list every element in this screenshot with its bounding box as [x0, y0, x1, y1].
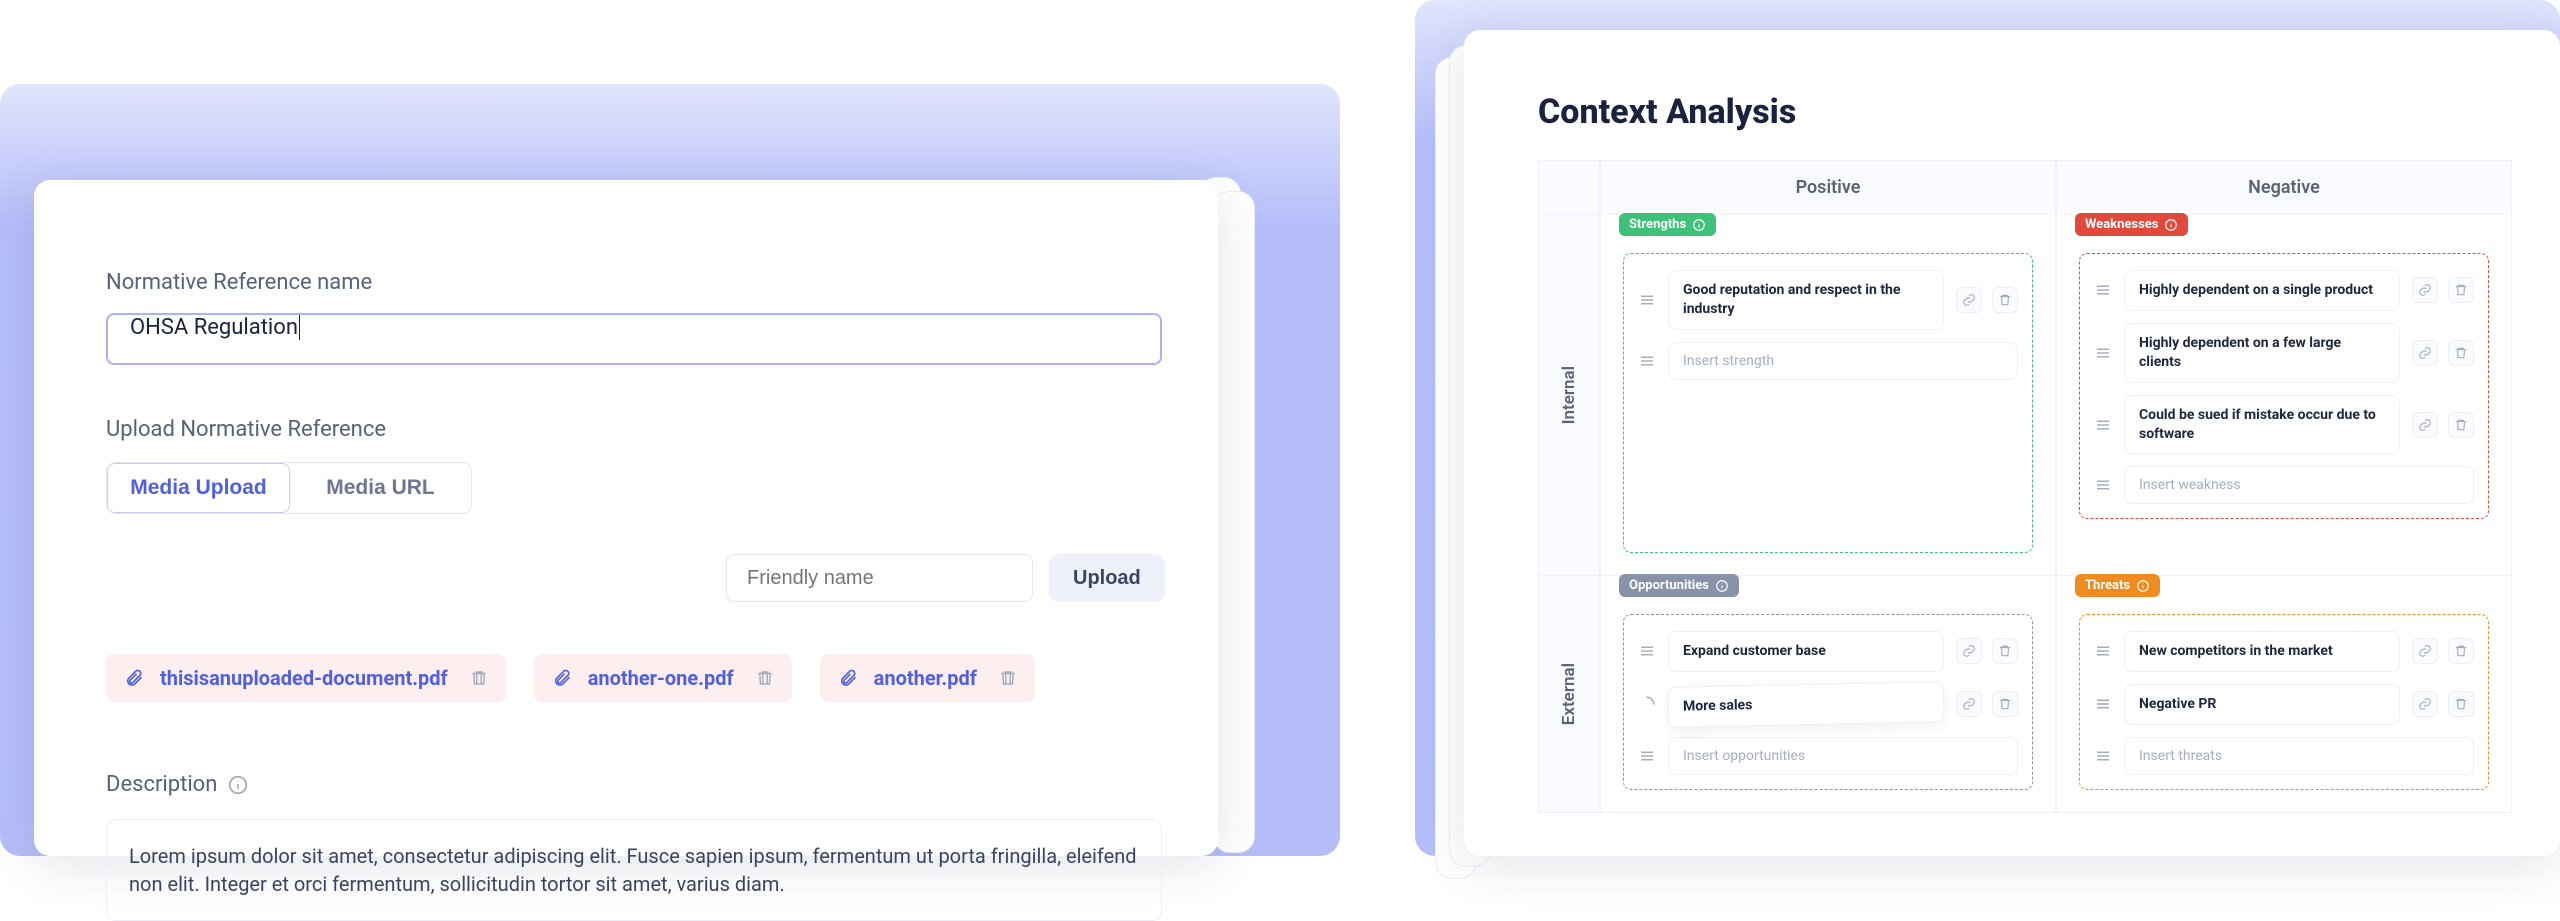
paperclip-icon	[124, 668, 144, 688]
trash-icon[interactable]	[470, 669, 488, 687]
link-icon[interactable]	[2412, 412, 2438, 438]
file-name: another-one.pdf	[588, 666, 734, 690]
file-chip: another-one.pdf	[534, 654, 792, 702]
item-text[interactable]: Highly dependent on a few large clients	[2124, 323, 2400, 383]
list-item: Could be sued if mistake occur due to so…	[2094, 395, 2474, 455]
drag-handle-icon[interactable]	[2094, 642, 2112, 660]
tab-media-upload[interactable]: Media Upload	[107, 463, 290, 513]
upload-section-label: Upload Normative Reference	[106, 417, 1146, 442]
trash-icon[interactable]	[2448, 638, 2474, 664]
placeholder-input[interactable]: Insert threats	[2124, 737, 2474, 775]
drag-handle-icon[interactable]	[2094, 476, 2112, 494]
upload-button[interactable]: Upload	[1049, 554, 1165, 602]
friendly-name-input[interactable]	[726, 554, 1033, 602]
file-chip: another.pdf	[820, 654, 1035, 702]
item-text[interactable]: Expand customer base	[1668, 631, 1944, 672]
drag-handle-icon[interactable]	[1638, 642, 1656, 660]
trash-icon[interactable]	[1992, 287, 2018, 313]
trash-icon[interactable]	[1992, 691, 2018, 717]
item-text[interactable]: More sales	[1668, 681, 1945, 728]
list-item: New competitors in the market	[2094, 631, 2474, 672]
file-name: another.pdf	[874, 666, 977, 690]
strengths-tag: Strengths	[1619, 213, 1716, 236]
threats-tag: Threats	[2075, 574, 2160, 597]
item-text[interactable]: Good reputation and respect in the indus…	[1668, 270, 1944, 330]
item-text[interactable]: Negative PR	[2124, 684, 2400, 725]
trash-icon[interactable]	[2448, 691, 2474, 717]
paperclip-icon	[552, 668, 572, 688]
link-icon[interactable]	[2412, 340, 2438, 366]
item-text[interactable]: Highly dependent on a single product	[2124, 270, 2400, 311]
file-name: thisisanuploaded-document.pdf	[160, 666, 448, 690]
item-text[interactable]: Could be sued if mistake occur due to so…	[2124, 395, 2400, 455]
info-icon	[2164, 218, 2178, 232]
link-icon[interactable]	[1956, 691, 1982, 717]
threats-quadrant: Threats New competitors in the market	[2056, 576, 2512, 813]
info-icon	[1692, 218, 1706, 232]
trash-icon[interactable]	[999, 669, 1017, 687]
upload-mode-tabs: Media Upload Media URL	[106, 462, 472, 514]
drag-handle-icon[interactable]	[2094, 344, 2112, 362]
drag-handle-icon[interactable]	[2094, 281, 2112, 299]
add-item-row: Insert weakness	[2094, 466, 2474, 504]
info-icon	[2136, 579, 2150, 593]
add-item-row: Insert opportunities	[1638, 737, 2018, 775]
column-header-positive: Positive	[1600, 160, 2056, 215]
list-item: Negative PR	[2094, 684, 2474, 725]
paperclip-icon	[838, 668, 858, 688]
strengths-quadrant: Strengths Good reputation and respect in…	[1600, 215, 2056, 576]
drag-handle-icon[interactable]	[1638, 291, 1656, 309]
name-input[interactable]: OHSA Regulation	[106, 313, 1162, 365]
trash-icon[interactable]	[2448, 412, 2474, 438]
drag-handle-icon[interactable]	[1638, 747, 1656, 765]
placeholder-input[interactable]: Insert weakness	[2124, 466, 2474, 504]
drag-handle-icon[interactable]	[1638, 352, 1656, 370]
name-field-label: Normative Reference name	[106, 270, 1146, 295]
context-analysis-panel: Context Analysis Positive Negative Inter…	[1464, 30, 2560, 856]
trash-icon[interactable]	[2448, 340, 2474, 366]
spinner-icon	[1638, 695, 1656, 713]
add-item-row: Insert strength	[1638, 342, 2018, 380]
list-item: Good reputation and respect in the indus…	[1638, 270, 2018, 330]
normative-reference-form: Normative Reference name OHSA Regulation…	[34, 180, 1218, 856]
placeholder-input[interactable]: Insert opportunities	[1668, 737, 2018, 775]
link-icon[interactable]	[1956, 638, 1982, 664]
link-icon[interactable]	[2412, 638, 2438, 664]
info-icon	[227, 774, 249, 796]
add-item-row: Insert threats	[2094, 737, 2474, 775]
page-title: Context Analysis	[1538, 92, 2512, 132]
weaknesses-quadrant: Weaknesses Highly dependent on a single …	[2056, 215, 2512, 576]
weaknesses-tag: Weaknesses	[2075, 213, 2188, 236]
trash-icon[interactable]	[756, 669, 774, 687]
row-header-internal: Internal	[1559, 366, 1579, 424]
trash-icon[interactable]	[1992, 638, 2018, 664]
opportunities-quadrant: Opportunities Expand customer base	[1600, 576, 2056, 813]
file-chip: thisisanuploaded-document.pdf	[106, 654, 506, 702]
uploaded-files: thisisanuploaded-document.pdf another-on…	[106, 654, 1146, 702]
list-item: Highly dependent on a few large clients	[2094, 323, 2474, 383]
trash-icon[interactable]	[2448, 277, 2474, 303]
drag-handle-icon[interactable]	[2094, 695, 2112, 713]
row-header-external: External	[1559, 663, 1579, 725]
drag-handle-icon[interactable]	[2094, 747, 2112, 765]
placeholder-input[interactable]: Insert strength	[1668, 342, 2018, 380]
name-input-value: OHSA Regulation	[130, 315, 300, 340]
description-label: Description	[106, 772, 217, 797]
list-item: More sales	[1638, 684, 2018, 725]
list-item: Highly dependent on a single product	[2094, 270, 2474, 311]
item-text[interactable]: New competitors in the market	[2124, 631, 2400, 672]
list-item: Expand customer base	[1638, 631, 2018, 672]
link-icon[interactable]	[1956, 287, 1982, 313]
column-header-negative: Negative	[2056, 160, 2512, 215]
opportunities-tag: Opportunities	[1619, 574, 1739, 597]
link-icon[interactable]	[2412, 691, 2438, 717]
info-icon	[1715, 579, 1729, 593]
link-icon[interactable]	[2412, 277, 2438, 303]
tab-media-url[interactable]: Media URL	[290, 463, 471, 513]
description-textarea[interactable]: Lorem ipsum dolor sit amet, consectetur …	[106, 819, 1162, 921]
drag-handle-icon[interactable]	[2094, 416, 2112, 434]
